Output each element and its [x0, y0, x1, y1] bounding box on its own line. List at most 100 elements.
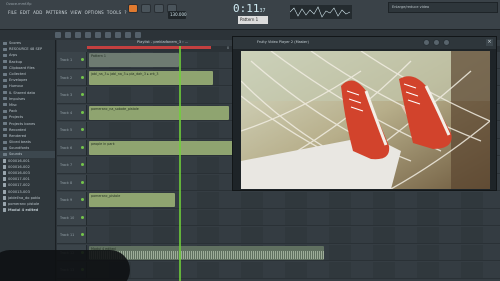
browser-item-label: Backup [9, 59, 23, 64]
browser-item-label: Misc [9, 102, 17, 107]
pan-knob[interactable] [433, 39, 440, 46]
track-mute-led[interactable] [81, 93, 84, 96]
browser-item-label: Envelopes [9, 78, 28, 83]
playlist-clip[interactable]: pomeranc_na_sobote_pistole [89, 105, 229, 120]
loop-region[interactable] [87, 46, 211, 49]
video-frame [241, 51, 490, 189]
track-mute-led[interactable] [81, 110, 84, 114]
pattern-selector[interactable]: Pattern 1 [238, 16, 268, 24]
menu-view[interactable]: VIEW [70, 10, 81, 15]
track-header[interactable]: Track 10 [57, 209, 87, 225]
mute-icon[interactable] [85, 32, 91, 38]
browser-item-label: Projects [9, 115, 24, 120]
menu-add[interactable]: ADD [33, 10, 43, 15]
folder-icon [3, 91, 7, 95]
browser-panel: Scores RESOURCE 48 SEP Arps Backup Clipboard… [0, 40, 56, 281]
menu-tools[interactable]: TOOLS [107, 10, 122, 15]
window-title: Ovoce.mmf.flp [6, 2, 32, 6]
tempo-display[interactable]: 130.000 [168, 11, 187, 19]
playlist-clip[interactable]: people in park [89, 140, 239, 155]
playhead[interactable] [179, 46, 181, 281]
close-icon[interactable]: × [486, 39, 493, 46]
track-header[interactable]: Track 5 [57, 122, 87, 138]
ruler-bar-number: 8 [227, 46, 230, 50]
stop-button[interactable] [154, 4, 164, 13]
clip-label: pomeranc_pistole [91, 194, 121, 198]
menu-file[interactable]: FILE [8, 10, 17, 15]
menu-edit[interactable]: EDIT [20, 10, 30, 15]
browser-item-label: Collected [9, 72, 26, 77]
track-lane[interactable] [87, 227, 500, 243]
folder-icon [3, 115, 7, 119]
folder-icon [3, 60, 7, 64]
track-header[interactable]: Track 9 [57, 192, 87, 208]
slip-icon[interactable] [95, 32, 101, 38]
browser-item-label: Pack [9, 109, 18, 114]
video-player-header: Fruity Video Player 2 (Master) × [233, 37, 496, 49]
track-mute-led[interactable] [81, 128, 84, 131]
song-time-display: 0:1137 [233, 2, 266, 15]
track-header[interactable]: Track 11 [57, 227, 87, 243]
zoom-icon[interactable] [125, 32, 131, 38]
play-button[interactable] [141, 4, 151, 13]
select-icon[interactable] [115, 32, 121, 38]
track-label: Track 3 [60, 93, 73, 97]
menu-options[interactable]: OPTIONS [85, 10, 104, 15]
track-mute-led[interactable] [81, 233, 84, 236]
pitch-knob[interactable] [443, 39, 450, 46]
playlist-clip[interactable]: pomeranc_pistole [89, 193, 175, 207]
track-label: Track 8 [60, 180, 73, 185]
waveform-graphic [289, 6, 351, 18]
track-header[interactable]: Track 4 [57, 104, 87, 120]
track-mute-led[interactable] [81, 180, 84, 184]
folder-icon [3, 109, 7, 113]
menu-patterns[interactable]: PATTERNS [46, 10, 68, 15]
browser-item-label: jablečna_do poklo [8, 195, 41, 200]
playlist-clip[interactable]: Pattern 1 [89, 53, 179, 67]
audio-file-icon [3, 171, 6, 176]
browser-item-label: Modul 4 edited [8, 208, 39, 213]
overlay-shadow [0, 250, 130, 281]
playlist-clip[interactable]: jabl_na_3 ▸ jabl_na_3 ▸ pla_dah_3 ▸ zrk_… [89, 70, 213, 85]
track-mute-led[interactable] [81, 163, 84, 166]
track-lane[interactable] [87, 209, 500, 225]
track-lane[interactable] [87, 262, 500, 278]
track-header[interactable]: Track 2 [57, 69, 87, 85]
track-label: Track 1 [60, 58, 73, 62]
folder-icon [3, 146, 7, 150]
track-header[interactable]: Track 1 [57, 52, 87, 68]
track-mute-led[interactable] [81, 215, 84, 219]
browser-item[interactable]: Modul 4 edited [0, 207, 55, 213]
browser-item-label: Clipboard files [9, 65, 35, 70]
pattern-song-toggle[interactable] [128, 4, 138, 13]
slice-icon[interactable] [105, 32, 111, 38]
playlist-toolbar [55, 32, 141, 38]
track-header[interactable]: Track 8 [57, 174, 87, 190]
playback-icon[interactable] [135, 32, 141, 38]
folder-icon [3, 128, 7, 132]
browser-item-label: Soundfonts [9, 146, 30, 151]
track-header[interactable]: Track 6 [57, 139, 87, 155]
track-label: Track 2 [60, 75, 73, 80]
menu-help[interactable]: ? [124, 10, 126, 15]
browser-item-label: IL Shared data [9, 90, 36, 95]
track-header[interactable]: Track 3 [57, 87, 87, 103]
track-mute-led[interactable] [81, 198, 84, 201]
brush-icon[interactable] [65, 32, 71, 38]
folder-icon [3, 41, 7, 45]
browser-item-label: Recorded [9, 127, 26, 132]
folder-icon [3, 66, 7, 70]
track-label: Track 6 [60, 145, 73, 150]
browser-item-label: Arps [9, 53, 18, 58]
track-mute-led[interactable] [81, 145, 84, 149]
pencil-icon[interactable] [55, 32, 61, 38]
track-mute-led[interactable] [81, 58, 84, 61]
folder-icon [3, 134, 7, 138]
browser-item-label: pomeranc pistole [8, 201, 40, 206]
track-mute-led[interactable] [81, 75, 84, 79]
audio-file-icon [3, 195, 6, 200]
track-header[interactable]: Track 7 [57, 157, 87, 173]
volume-knob[interactable] [423, 39, 430, 46]
track-label: Track 10 [60, 215, 75, 220]
delete-icon[interactable] [75, 32, 81, 38]
